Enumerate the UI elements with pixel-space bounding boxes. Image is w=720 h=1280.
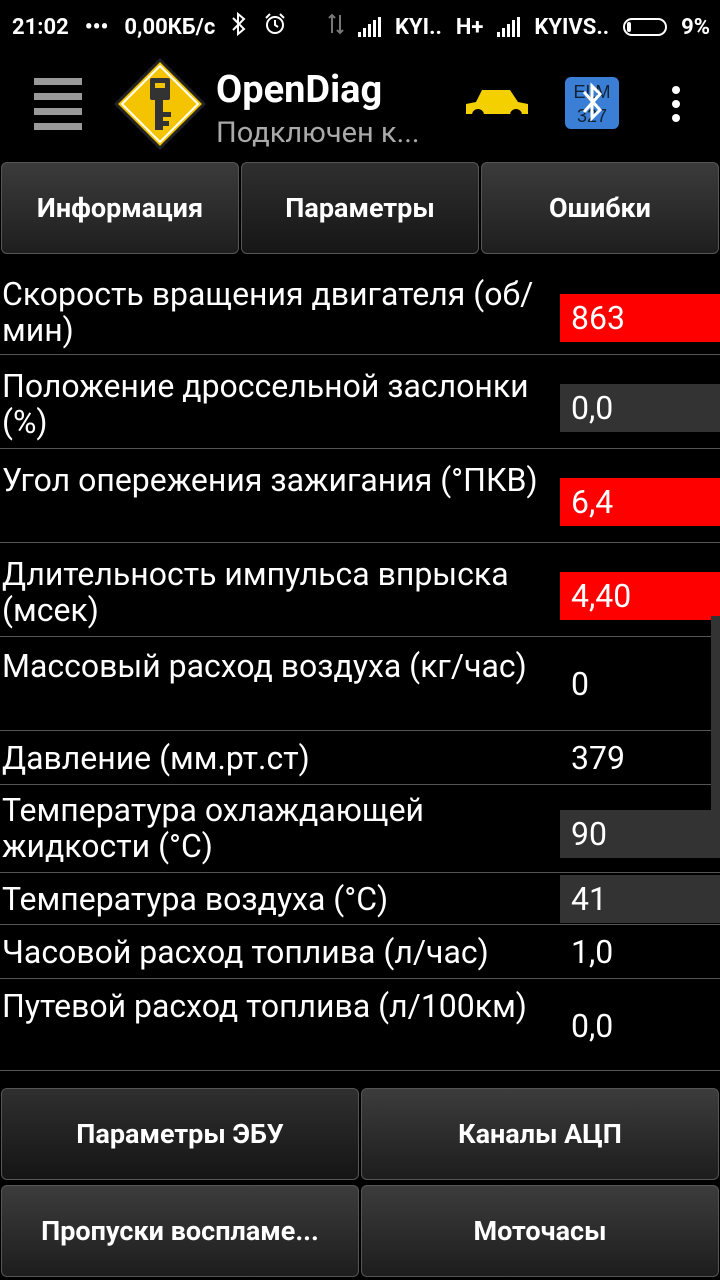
- connection-status: Подключен к...: [216, 116, 420, 150]
- net-speed: 0,00КБ/с: [124, 14, 216, 40]
- param-row: Длительность импульса впрыска (мсек) 4,4…: [0, 544, 720, 637]
- param-value: 1,0: [571, 933, 614, 971]
- param-value: 4,40: [560, 572, 720, 620]
- battery-icon: [623, 18, 668, 36]
- param-row: Часовой расход топлива (л/час) 1,0: [0, 926, 720, 979]
- app-title: OpenDiag: [216, 68, 383, 112]
- notification-dots: •••: [84, 14, 109, 40]
- param-label: Положение дроссельной заслонки (%): [2, 367, 529, 441]
- param-row: Скорость вращения двигателя (об/мин) 863: [0, 272, 720, 355]
- menu-icon[interactable]: [34, 78, 82, 130]
- carrier-1: KYI..: [395, 14, 442, 40]
- signal-icon: [497, 17, 521, 37]
- param-label: Давление (мм.рт.ст): [2, 739, 310, 777]
- data-icon: [328, 12, 344, 42]
- param-value: 379: [571, 739, 625, 777]
- tab-errors[interactable]: Ошибки: [481, 162, 719, 254]
- tab-information[interactable]: Информация: [1, 162, 239, 254]
- param-row: Температура охлаждающей жидкости (°C) 90: [0, 786, 720, 873]
- param-label: Скорость вращения двигателя (об/мин): [2, 275, 534, 349]
- carrier-2: KYIVS..: [534, 14, 610, 40]
- param-label: Путевой расход топлива (л/100км): [2, 987, 527, 1025]
- misfires-button[interactable]: Пропуски воспламе...: [1, 1185, 359, 1277]
- param-value: 90: [560, 810, 720, 858]
- param-label: Температура охлаждающей жидкости (°C): [2, 791, 424, 865]
- clock: 21:02: [12, 14, 69, 40]
- more-icon[interactable]: [668, 86, 684, 126]
- param-row: Путевой расход топлива (л/100км) 0,0: [0, 980, 720, 1071]
- param-row: Положение дроссельной заслонки (%) 0,0: [0, 356, 720, 449]
- car-icon[interactable]: [462, 84, 532, 124]
- engine-hours-button[interactable]: Моточасы: [361, 1185, 719, 1277]
- tab-parameters[interactable]: Параметры: [241, 162, 479, 254]
- battery-percent: 9%: [681, 14, 710, 40]
- param-value: 6,4: [560, 478, 720, 526]
- bluetooth-icon: [231, 11, 247, 42]
- param-value: 0,0: [571, 1007, 614, 1045]
- tab-bar: Информация Параметры Ошибки: [0, 160, 720, 256]
- param-row: Массовый расход воздуха (кг/час) 0: [0, 638, 720, 731]
- app-bar: OpenDiag Подключен к... ELM 327: [0, 50, 720, 160]
- param-row: Давление (мм.рт.ст) 379: [0, 732, 720, 785]
- network-type: H+: [455, 14, 484, 40]
- ecu-params-button[interactable]: Параметры ЭБУ: [1, 1088, 359, 1180]
- key-logo-icon: [112, 56, 208, 152]
- param-row: Температура воздуха (°C) 41: [0, 874, 720, 925]
- alarm-icon: [263, 12, 287, 42]
- param-label: Массовый расход воздуха (кг/час): [2, 647, 527, 685]
- param-value: 863: [560, 294, 720, 342]
- param-label: Температура воздуха (°C): [2, 880, 389, 918]
- signal-icon: [358, 17, 382, 37]
- parameter-list[interactable]: Скорость вращения двигателя (об/мин) 863…: [0, 256, 720, 1086]
- status-bar: 21:02 ••• 0,00КБ/с KYI.. H+ KYIVS.. 9%: [0, 0, 720, 50]
- param-value: 0,0: [560, 384, 720, 432]
- param-label: Длительность импульса впрыска (мсек): [2, 555, 509, 629]
- param-value: 0: [571, 665, 589, 703]
- bluetooth-elm-icon[interactable]: ELM 327: [564, 76, 620, 130]
- param-label: Угол опережения зажигания (°ПКВ): [2, 461, 538, 499]
- param-label: Часовой расход топлива (л/час): [2, 933, 489, 971]
- param-row: Угол опережения зажигания (°ПКВ) 6,4: [0, 450, 720, 543]
- adc-channels-button[interactable]: Каналы АЦП: [361, 1088, 719, 1180]
- scrollbar[interactable]: [711, 616, 720, 812]
- param-value: 41: [560, 875, 720, 923]
